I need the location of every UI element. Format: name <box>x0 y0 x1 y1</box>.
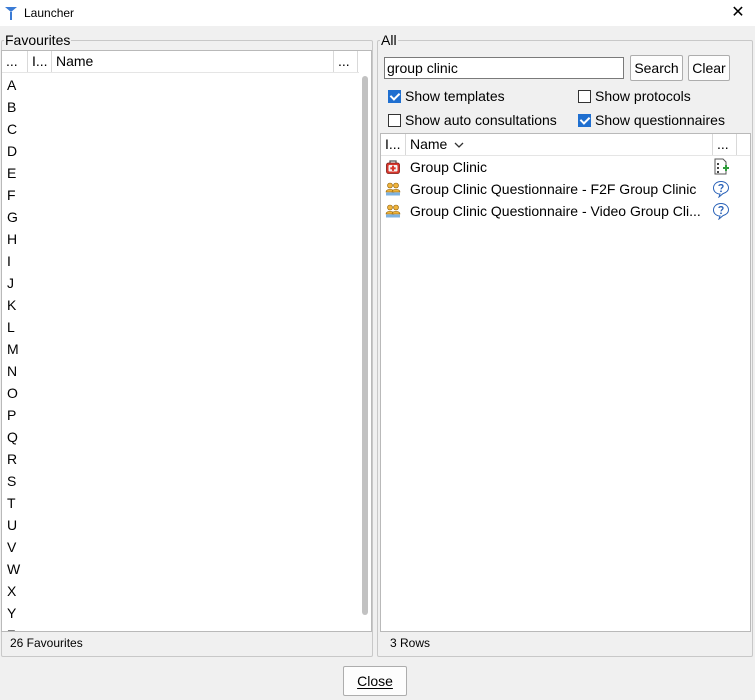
show-templates-label: Show templates <box>405 88 505 104</box>
favourites-col-icon[interactable]: I... <box>28 51 52 72</box>
favourites-letter-v[interactable]: V <box>7 536 20 558</box>
favourites-letter-u[interactable]: U <box>7 514 20 536</box>
favourites-letter-x[interactable]: X <box>7 580 20 602</box>
favourites-letter-j[interactable]: J <box>7 272 20 294</box>
sort-chevron-down-icon <box>454 142 464 148</box>
favourites-letter-h[interactable]: H <box>7 228 20 250</box>
close-button[interactable]: Close <box>343 666 407 696</box>
favourites-scroll-thumb[interactable] <box>362 76 368 615</box>
template-doc-icon <box>714 158 729 175</box>
show-protocols-check-icon[interactable] <box>578 90 591 103</box>
favourites-col-more-right[interactable]: ... <box>334 51 358 72</box>
show-templates-check-icon[interactable] <box>388 90 401 103</box>
favourites-letter-o[interactable]: O <box>7 382 20 404</box>
results-row[interactable]: Group Clinic Questionnaire - Video Group… <box>381 200 750 222</box>
favourites-letter-q[interactable]: Q <box>7 426 20 448</box>
favourites-col-more-left[interactable]: ... <box>2 51 28 72</box>
favourites-letter-g[interactable]: G <box>7 206 20 228</box>
questionnaire-icon <box>712 202 730 220</box>
favourites-letter-l[interactable]: L <box>7 316 20 338</box>
questionnaire-icon <box>712 180 730 198</box>
favourites-grid[interactable]: ... I... Name ... ABCDEFGHIJKLMNOPQRSTUV… <box>1 50 372 632</box>
title-bar: Launcher ✕ <box>0 0 755 26</box>
favourites-letter-list: ABCDEFGHIJKLMNOPQRSTUVWXYZ <box>7 74 20 631</box>
favourites-letter-k[interactable]: K <box>7 294 20 316</box>
favourites-letter-d[interactable]: D <box>7 140 20 162</box>
favourites-letter-r[interactable]: R <box>7 448 20 470</box>
results-row-name: Group Clinic <box>410 159 488 175</box>
results-col-name-label: Name <box>410 136 448 152</box>
favourites-letter-e[interactable]: E <box>7 162 20 184</box>
show-protocols-label: Show protocols <box>595 88 691 104</box>
search-button[interactable]: Search <box>630 55 683 81</box>
launcher-logo-icon <box>5 7 17 20</box>
window-close-icon[interactable]: ✕ <box>721 0 755 26</box>
results-count: 3 Rows <box>390 636 431 650</box>
results-grid-header: I... Name ... <box>381 134 750 156</box>
favourites-letter-w[interactable]: W <box>7 558 20 580</box>
favourites-letter-a[interactable]: A <box>7 74 20 96</box>
clear-button[interactable]: Clear <box>688 55 730 81</box>
results-row[interactable]: Group Clinic Questionnaire - F2F Group C… <box>381 178 750 200</box>
favourites-letter-t[interactable]: T <box>7 492 20 514</box>
results-row-name: Group Clinic Questionnaire - Video Group… <box>410 203 701 219</box>
results-col-type[interactable]: ... <box>713 134 737 155</box>
favourites-letter-b[interactable]: B <box>7 96 20 118</box>
people-icon <box>385 182 401 196</box>
results-row-name: Group Clinic Questionnaire - F2F Group C… <box>410 181 697 197</box>
favourites-letter-f[interactable]: F <box>7 184 20 206</box>
show-auto-consultations-label: Show auto consultations <box>405 112 557 128</box>
favourites-letter-p[interactable]: P <box>7 404 20 426</box>
favourites-scrollbar[interactable] <box>359 72 371 631</box>
favourites-letter-y[interactable]: Y <box>7 602 20 624</box>
results-grid[interactable]: I... Name ... Group Clinic Group Clinic … <box>380 133 751 632</box>
favourites-letter-i[interactable]: I <box>7 250 20 272</box>
results-row[interactable]: Group Clinic <box>381 156 750 178</box>
results-col-name[interactable]: Name <box>406 134 713 155</box>
people-icon <box>385 204 401 218</box>
medical-kit-icon <box>386 160 400 174</box>
favourites-count: 26 Favourites <box>10 636 83 650</box>
favourites-col-name[interactable]: Name <box>52 51 334 72</box>
favourites-legend: Favourites <box>5 32 71 48</box>
all-legend: All <box>381 32 397 48</box>
show-questionnaires-check-icon[interactable] <box>578 114 591 127</box>
favourites-letter-n[interactable]: N <box>7 360 20 382</box>
show-questionnaires-label: Show questionnaires <box>595 112 725 128</box>
favourites-letter-m[interactable]: M <box>7 338 20 360</box>
close-button-label: Close <box>357 673 393 689</box>
search-input[interactable] <box>384 57 624 79</box>
window-title: Launcher <box>24 6 75 20</box>
favourites-letter-c[interactable]: C <box>7 118 20 140</box>
show-auto-consultations-check-icon[interactable] <box>388 114 401 127</box>
favourites-letter-s[interactable]: S <box>7 470 20 492</box>
favourites-letter-z[interactable]: Z <box>7 624 20 631</box>
results-col-icon[interactable]: I... <box>381 134 406 155</box>
favourites-grid-header: ... I... Name ... <box>2 51 371 73</box>
